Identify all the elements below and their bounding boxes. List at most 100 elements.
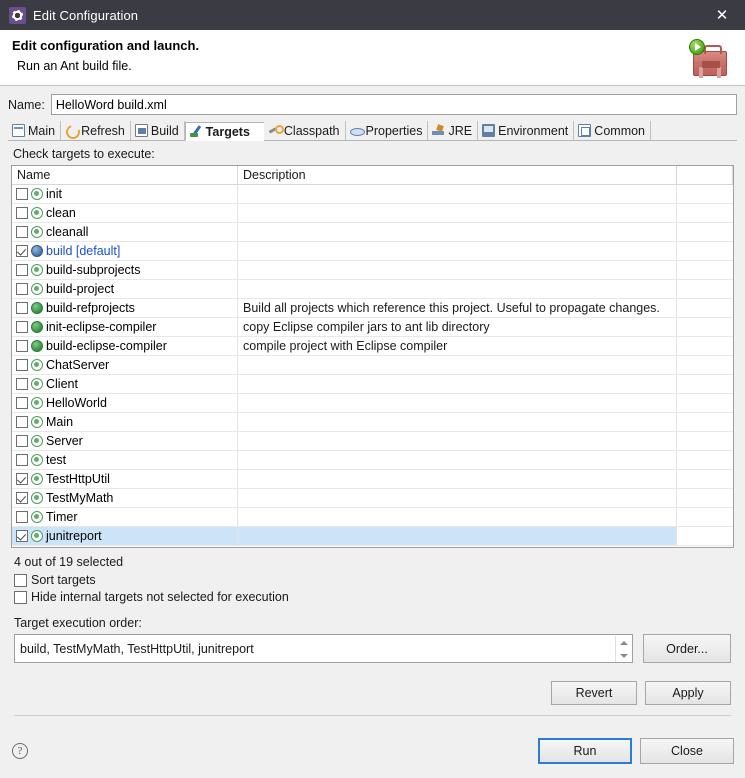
target-description-cell [238,432,677,450]
table-row[interactable]: TestMyMath [12,489,733,508]
target-name-label: Timer [46,510,78,524]
target-checkbox[interactable] [16,283,28,295]
target-name-label: junitreport [46,529,102,543]
table-row[interactable]: build [default] [12,242,733,261]
target-checkbox[interactable] [16,511,28,523]
order-scroll-spinner[interactable] [615,636,631,662]
target-checkbox[interactable] [16,188,28,200]
target-checkbox[interactable] [16,492,28,504]
table-row[interactable]: clean [12,204,733,223]
close-icon[interactable]: ✕ [699,0,745,30]
target-checkbox[interactable] [16,416,28,428]
target-description-cell [238,223,677,241]
tab-main[interactable]: Main [8,121,62,140]
tab-refresh[interactable]: Refresh [61,121,131,140]
run-button[interactable]: Run [538,738,632,764]
target-checkbox[interactable] [16,226,28,238]
table-row[interactable]: Timer [12,508,733,527]
target-description-cell: compile project with Eclipse compiler [238,337,677,355]
target-checkbox[interactable] [16,340,28,352]
table-row[interactable]: build-project [12,280,733,299]
target-extra-cell [677,356,733,374]
table-row[interactable]: Main [12,413,733,432]
target-name-label: Client [46,377,78,391]
target-checkbox[interactable] [16,378,28,390]
column-header-description[interactable]: Description [238,166,677,184]
target-hollow-icon [31,378,43,390]
table-row[interactable]: build-refprojects Build all projects whic… [12,299,733,318]
classpath-icon [268,124,284,137]
target-default-icon [31,245,43,257]
order-button[interactable]: Order... [643,634,731,663]
tab-properties[interactable]: Properties [345,121,429,140]
target-name-label: ChatServer [46,358,110,372]
table-row[interactable]: Client [12,375,733,394]
table-row[interactable]: init [12,185,733,204]
target-checkbox[interactable] [16,245,28,257]
window-title: Edit Configuration [33,7,139,23]
apply-button[interactable]: Apply [645,681,731,705]
target-name-label: build-project [46,282,115,296]
target-checkbox[interactable] [16,264,28,276]
revert-button[interactable]: Revert [551,681,637,705]
table-row[interactable]: build-eclipse-compiler compile project wi… [12,337,733,356]
table-row[interactable]: TestHttpUtil [12,470,733,489]
target-name-label: init [46,187,62,201]
tab-jre[interactable]: JRE [428,121,479,140]
tab-label: Common [594,123,646,138]
sort-targets-row[interactable]: Sort targets [14,573,734,587]
target-checkbox[interactable] [16,359,28,371]
table-row[interactable]: Server [12,432,733,451]
build-icon [134,124,148,137]
target-filled-icon [31,302,43,314]
target-checkbox[interactable] [16,473,28,485]
help-icon[interactable]: ? [12,743,28,759]
target-checkbox[interactable] [16,302,28,314]
target-execution-order-field[interactable]: build, TestMyMath, TestHttpUtil, junitre… [14,634,633,663]
table-row[interactable]: HelloWorld [12,394,733,413]
table-row[interactable]: junitreport [12,527,733,546]
dialog-body: Name: Main Refresh Build Targets [0,86,745,724]
target-checkbox[interactable] [16,397,28,409]
table-row[interactable]: ChatServer [12,356,733,375]
sort-targets-checkbox[interactable] [14,573,27,587]
chevron-down-icon[interactable] [619,654,628,659]
tab-label: Environment [498,123,569,138]
targets-table: Name Description init clean cleanall build … [11,165,734,548]
target-hollow-icon [31,359,43,371]
target-name-cell: cleanall [12,223,238,241]
name-input[interactable] [50,94,737,115]
target-name-label: build-refprojects [46,301,135,315]
tab-common[interactable]: Common [574,121,652,140]
name-label: Name: [8,97,45,112]
tab-classpath[interactable]: Classpath [263,121,346,140]
chevron-up-icon[interactable] [619,640,628,645]
table-row[interactable]: init-eclipse-compiler copy Eclipse compil… [12,318,733,337]
hide-internal-targets-row[interactable]: Hide internal targets not selected for e… [14,590,734,604]
tab-build[interactable]: Build [130,121,185,140]
target-name-cell: build-refprojects [12,299,238,317]
target-checkbox[interactable] [16,207,28,219]
target-filled-icon [31,321,43,333]
table-row[interactable]: build-subprojects [12,261,733,280]
table-row[interactable]: cleanall [12,223,733,242]
edit-configuration-dialog: Edit Configuration ✕ Edit configuration … [0,0,745,778]
target-name-cell: init [12,185,238,203]
tab-label: Refresh [81,123,125,138]
gear-icon [9,6,26,24]
apply-bar: Revert Apply [14,681,731,716]
table-row[interactable]: test [12,451,733,470]
target-name-cell: build-eclipse-compiler [12,337,238,355]
tab-targets[interactable]: Targets [184,122,264,141]
column-header-name[interactable]: Name [12,166,238,184]
target-checkbox[interactable] [16,454,28,466]
main-icon [12,124,25,137]
close-button[interactable]: Close [640,738,734,764]
tab-environment[interactable]: Environment [478,121,575,140]
refresh-icon [65,124,78,137]
hide-internal-targets-checkbox[interactable] [14,590,27,604]
target-checkbox[interactable] [16,321,28,333]
target-extra-cell [677,318,733,336]
target-checkbox[interactable] [16,435,28,447]
target-checkbox[interactable] [16,530,28,542]
